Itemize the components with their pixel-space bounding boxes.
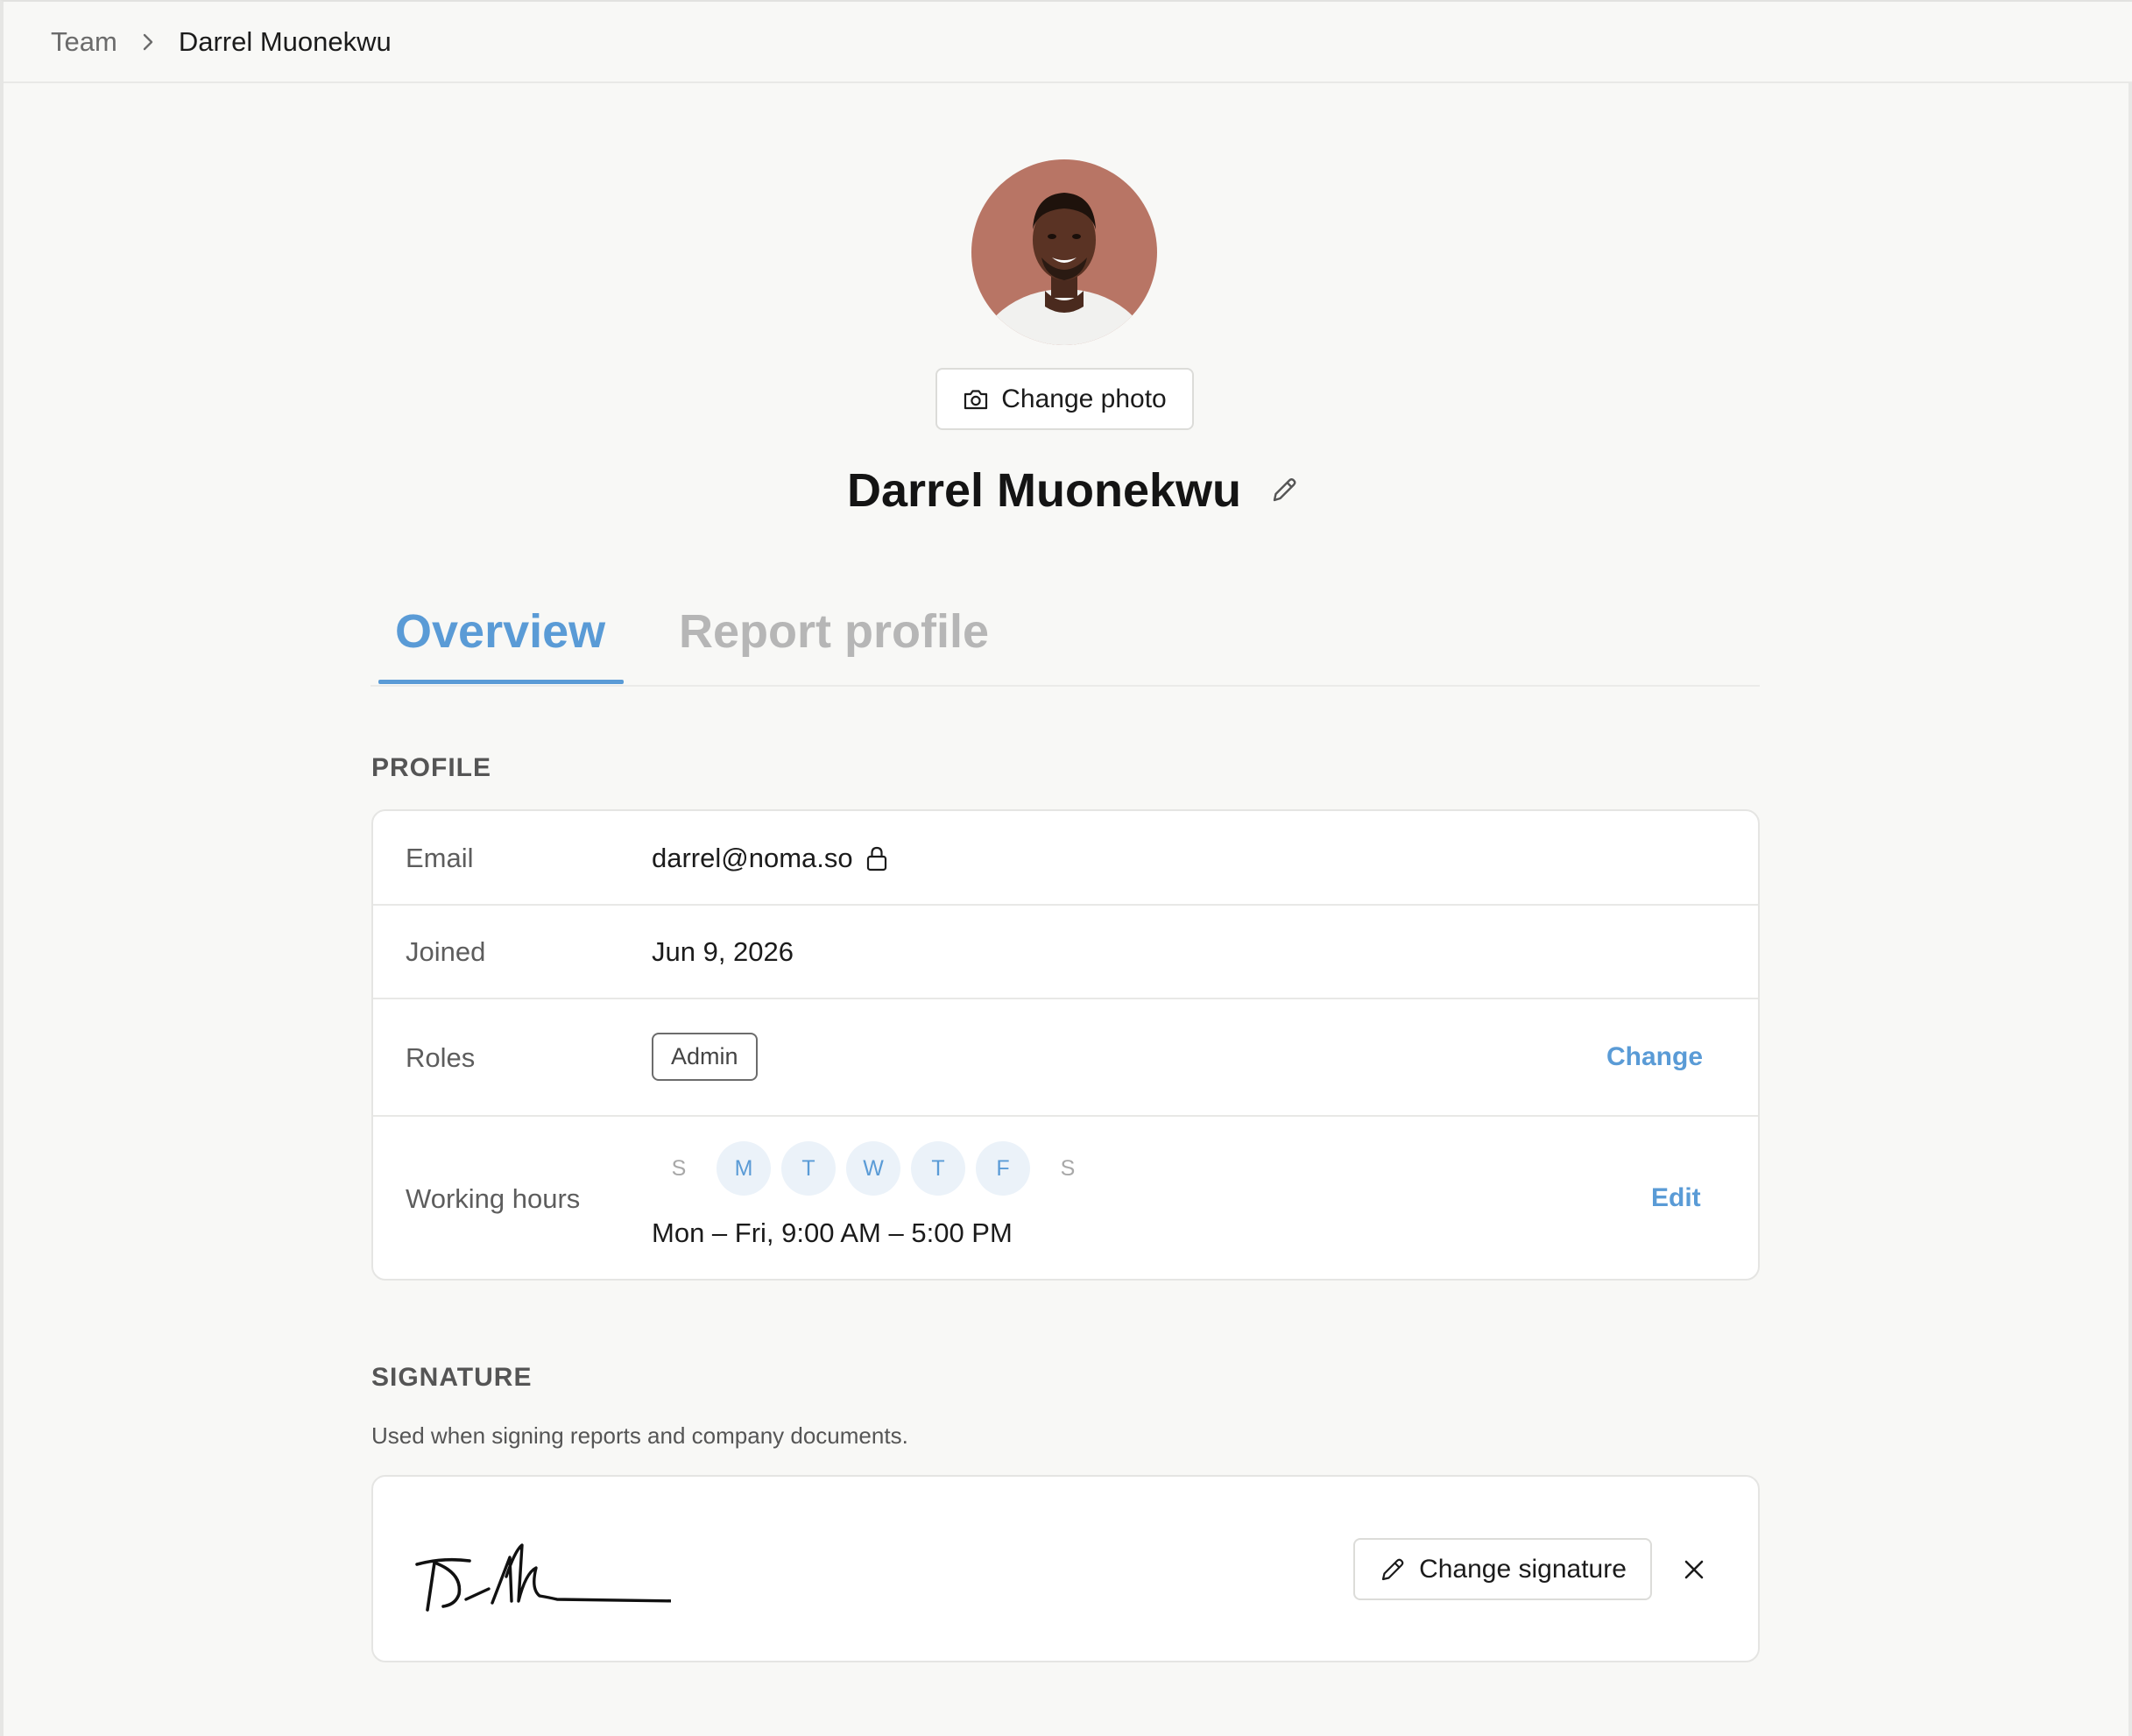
working-hours-label: Working hours bbox=[406, 1183, 581, 1214]
working-hours-row: Working hours S M T W T F S Mon – Fri, 9… bbox=[373, 1117, 1758, 1279]
email-label: Email bbox=[406, 843, 474, 873]
signature-image bbox=[408, 1521, 685, 1630]
day-monday: M bbox=[717, 1141, 771, 1196]
tab-report-profile[interactable]: Report profile bbox=[679, 604, 989, 659]
name-row: Darrel Muonekwu bbox=[0, 455, 2132, 526]
breadcrumb-current: Darrel Muonekwu bbox=[178, 25, 392, 57]
joined-label: Joined bbox=[406, 936, 486, 967]
chevron-right-icon bbox=[140, 32, 156, 52]
camera-icon bbox=[963, 388, 989, 411]
change-photo-label: Change photo bbox=[1001, 384, 1167, 413]
weekday-selector: S M T W T F S bbox=[652, 1141, 1095, 1196]
roles-label: Roles bbox=[406, 1042, 476, 1073]
close-icon[interactable] bbox=[1677, 1552, 1712, 1587]
breadcrumb: Team Darrel Muonekwu bbox=[4, 2, 2132, 83]
tab-overview[interactable]: Overview bbox=[395, 604, 605, 659]
day-wednesday: W bbox=[846, 1141, 900, 1196]
email-row: Email darrel@noma.so bbox=[373, 811, 1758, 906]
breadcrumb-team-link[interactable]: Team bbox=[51, 26, 117, 58]
day-saturday: S bbox=[1060, 1155, 1076, 1181]
day-sunday: S bbox=[671, 1155, 687, 1181]
scrollbar[interactable] bbox=[2128, 83, 2132, 1736]
day-thursday: T bbox=[911, 1141, 965, 1196]
change-signature-label: Change signature bbox=[1419, 1554, 1627, 1584]
pencil-icon[interactable] bbox=[1267, 474, 1301, 507]
change-signature-button[interactable]: Change signature bbox=[1353, 1538, 1652, 1600]
joined-row: Joined Jun 9, 2026 bbox=[373, 906, 1758, 999]
signature-description: Used when signing reports and company do… bbox=[371, 1422, 908, 1449]
lock-icon bbox=[865, 845, 888, 872]
joined-value: Jun 9, 2026 bbox=[652, 936, 794, 967]
edit-working-hours-link[interactable]: Edit bbox=[1651, 1183, 1701, 1213]
page-title: Darrel Muonekwu bbox=[846, 464, 1242, 517]
pencil-icon bbox=[1379, 1556, 1407, 1584]
profile-card: Email darrel@noma.so Joined Jun 9, 2026 … bbox=[371, 809, 1760, 1281]
working-hours-summary: Mon – Fri, 9:00 AM – 5:00 PM bbox=[652, 1217, 1013, 1248]
email-value-wrap: darrel@noma.so bbox=[652, 843, 888, 874]
email-value: darrel@noma.so bbox=[652, 843, 853, 873]
change-role-link[interactable]: Change bbox=[1606, 1042, 1703, 1072]
role-badge: Admin bbox=[652, 1033, 758, 1081]
signature-card: Change signature bbox=[371, 1475, 1760, 1662]
profile-section-title: PROFILE bbox=[371, 753, 492, 782]
day-friday: F bbox=[976, 1141, 1030, 1196]
day-tuesday: T bbox=[781, 1141, 836, 1196]
signature-section-title: SIGNATURE bbox=[371, 1363, 533, 1392]
tab-bar: Overview Report profile bbox=[371, 578, 1760, 687]
roles-row: Roles Admin Change bbox=[373, 999, 1758, 1117]
change-photo-button[interactable]: Change photo bbox=[935, 368, 1194, 430]
avatar bbox=[971, 159, 1157, 345]
active-tab-indicator bbox=[378, 680, 624, 684]
